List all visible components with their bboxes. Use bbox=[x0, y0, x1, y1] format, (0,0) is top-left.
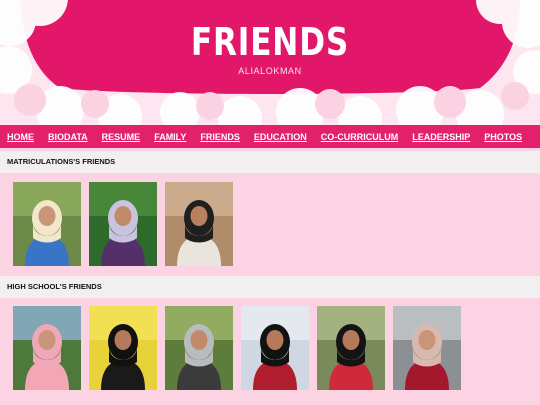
photo-school-6[interactable] bbox=[393, 306, 461, 390]
friend-photo-image bbox=[393, 306, 461, 390]
nav-resume[interactable]: RESUME bbox=[102, 132, 141, 142]
friend-photo-image bbox=[13, 306, 81, 390]
main-nav: HOME BIODATA RESUME FAMILY FRIENDS EDUCA… bbox=[0, 125, 540, 148]
nav-family[interactable]: FAMILY bbox=[154, 132, 186, 142]
friend-photo-image bbox=[317, 306, 385, 390]
photo-row-high-school bbox=[13, 306, 469, 390]
nav-leadership[interactable]: LEADERSHIP bbox=[412, 132, 470, 142]
friend-photo-image bbox=[241, 306, 309, 390]
nav-co-curriculum[interactable]: CO-CURRICULUM bbox=[321, 132, 399, 142]
friend-photo-image bbox=[89, 306, 157, 390]
photo-row-matriculation bbox=[13, 182, 241, 266]
friend-photo-image bbox=[165, 182, 233, 266]
friend-photo-image bbox=[13, 182, 81, 266]
section-title-high-school: HIGH SCHOOL'S FRIENDS bbox=[0, 276, 540, 298]
friend-photo-image bbox=[165, 306, 233, 390]
nav-friends[interactable]: FRIENDS bbox=[200, 132, 240, 142]
section-title-matriculation: MATRICULATIONS'S FRIENDS bbox=[0, 151, 540, 173]
site-subtitle: ALIALOKMAN bbox=[238, 66, 302, 76]
photo-school-3[interactable] bbox=[165, 306, 233, 390]
photo-school-2[interactable] bbox=[89, 306, 157, 390]
friend-photo-image bbox=[89, 182, 157, 266]
photo-matric-2[interactable] bbox=[89, 182, 157, 266]
nav-education[interactable]: EDUCATION bbox=[254, 132, 307, 142]
header-banner: FRIENDS ALIALOKMAN bbox=[0, 0, 540, 125]
photo-school-4[interactable] bbox=[241, 306, 309, 390]
page-title: FRIENDS bbox=[190, 20, 350, 64]
photo-school-1[interactable] bbox=[13, 306, 81, 390]
photo-school-5[interactable] bbox=[317, 306, 385, 390]
nav-photos[interactable]: PHOTOS bbox=[484, 132, 522, 142]
photo-matric-1[interactable] bbox=[13, 182, 81, 266]
photo-matric-3[interactable] bbox=[165, 182, 233, 266]
nav-home[interactable]: HOME bbox=[7, 132, 34, 142]
nav-biodata[interactable]: BIODATA bbox=[48, 132, 88, 142]
